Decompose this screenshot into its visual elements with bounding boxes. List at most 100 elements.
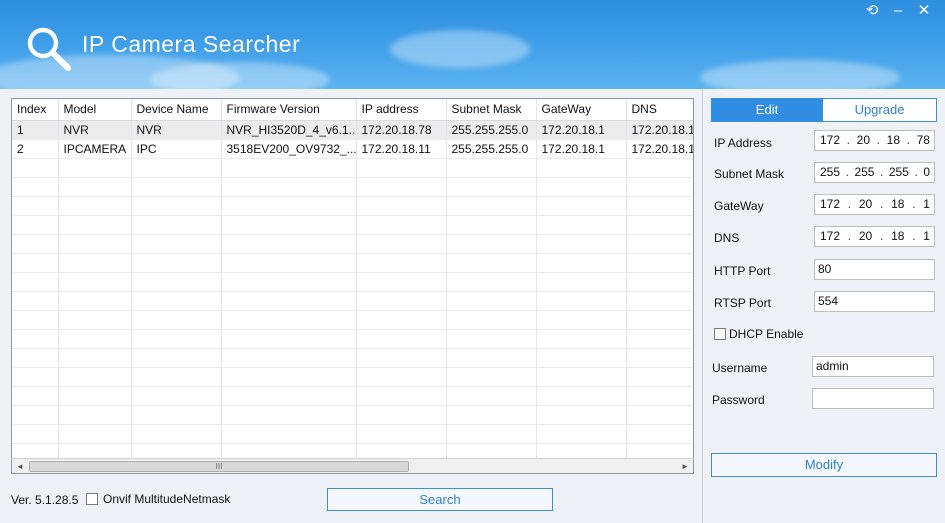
empty-cell — [626, 367, 693, 387]
close-icon[interactable]: ✕ — [913, 2, 935, 20]
octet: 78 — [916, 133, 930, 147]
empty-cell — [626, 386, 693, 406]
column-header[interactable]: IP address — [356, 99, 447, 121]
empty-cell — [131, 405, 222, 425]
onvif-checkbox[interactable] — [86, 493, 98, 505]
table-cell: NVR_HI3520D_4_v6.1.... — [221, 120, 357, 140]
empty-cell — [58, 272, 132, 292]
panel-divider — [702, 89, 703, 523]
empty-cell — [131, 386, 222, 406]
empty-cell — [221, 215, 357, 235]
onvif-option[interactable]: Onvif MultitudeNetmask — [86, 492, 230, 506]
octet: 1 — [923, 197, 930, 211]
empty-cell — [536, 405, 627, 425]
empty-cell — [58, 386, 132, 406]
empty-cell — [356, 348, 447, 368]
http-port-input[interactable]: 80 — [814, 259, 935, 280]
empty-cell — [446, 348, 537, 368]
dhcp-option[interactable]: DHCP Enable — [714, 327, 803, 341]
empty-cell — [131, 367, 222, 387]
empty-cell — [12, 158, 59, 178]
empty-row — [12, 196, 693, 216]
dns-input[interactable]: 172. 20. 18. 1 — [814, 226, 935, 247]
minimize-icon[interactable]: – — [887, 2, 909, 20]
username-input[interactable]: admin — [812, 356, 934, 377]
empty-cell — [536, 386, 627, 406]
scroll-left-icon[interactable]: ◄ — [13, 461, 27, 473]
magnifier-logo-icon — [27, 27, 71, 71]
octet: 20 — [858, 197, 873, 211]
search-button[interactable]: Search — [327, 488, 553, 511]
table-row[interactable]: 1 NVR NVR NVR_HI3520D_4_v6.1.... 172.20.… — [12, 120, 693, 140]
table-row[interactable]: 2 IPCAMERA IPC 3518EV200_OV9732_... 172.… — [12, 139, 693, 159]
empty-cell — [12, 253, 59, 273]
table-cell: 172.20.18.1 — [626, 139, 693, 159]
empty-cell — [536, 424, 627, 444]
table-cell: IPC — [131, 139, 222, 159]
tab-edit[interactable]: Edit — [711, 98, 823, 122]
empty-cell — [446, 177, 537, 197]
http-port-label: HTTP Port — [714, 264, 771, 278]
octet: 18 — [891, 197, 905, 211]
empty-cell — [58, 196, 132, 216]
column-header[interactable]: Subnet Mask — [446, 99, 537, 121]
octet: 0 — [923, 165, 930, 179]
empty-cell — [626, 310, 693, 330]
octet: 255 — [854, 165, 875, 179]
column-header[interactable]: GateWay — [536, 99, 627, 121]
empty-cell — [626, 196, 693, 216]
empty-cell — [221, 367, 357, 387]
column-header[interactable]: Firmware Version — [221, 99, 357, 121]
column-header[interactable]: Device Name — [131, 99, 222, 121]
empty-cell — [536, 291, 627, 311]
column-header[interactable]: Index — [12, 99, 59, 121]
table-cell: 172.20.18.1 — [536, 120, 627, 140]
empty-cell — [356, 272, 447, 292]
empty-cell — [131, 234, 222, 254]
empty-cell — [58, 329, 132, 349]
octet: 18 — [886, 133, 900, 147]
empty-cell — [356, 196, 447, 216]
empty-row — [12, 158, 693, 178]
empty-cell — [536, 215, 627, 235]
octet: 18 — [891, 229, 905, 243]
tab-upgrade[interactable]: Upgrade — [822, 98, 937, 122]
empty-row — [12, 272, 693, 292]
dns-label: DNS — [714, 231, 740, 245]
scroll-right-icon[interactable]: ► — [678, 461, 692, 473]
empty-cell — [446, 158, 537, 178]
empty-cell — [356, 253, 447, 273]
empty-cell — [221, 234, 357, 254]
empty-cell — [446, 196, 537, 216]
rtsp-port-input[interactable]: 554 — [814, 291, 935, 312]
modify-button[interactable]: Modify — [711, 453, 937, 477]
empty-cell — [626, 234, 693, 254]
empty-row — [12, 291, 693, 311]
empty-row — [12, 405, 693, 425]
empty-cell — [626, 272, 693, 292]
empty-cell — [356, 405, 447, 425]
horizontal-scrollbar[interactable]: ◄ III ► — [11, 458, 694, 474]
empty-cell — [58, 215, 132, 235]
restore-icon[interactable]: ⟲ — [861, 2, 883, 20]
empty-cell — [446, 329, 537, 349]
table-cell: 2 — [12, 139, 59, 159]
scrollbar-thumb[interactable]: III — [29, 461, 409, 472]
empty-cell — [221, 424, 357, 444]
empty-cell — [356, 177, 447, 197]
column-header[interactable]: DNS — [626, 99, 693, 121]
empty-cell — [536, 177, 627, 197]
ip-address-input[interactable]: 172. 20. 18. 78 — [814, 130, 935, 151]
empty-cell — [356, 291, 447, 311]
device-table[interactable]: Index Model Device Name Firmware Version… — [11, 98, 694, 465]
gateway-input[interactable]: 172. 20. 18. 1 — [814, 194, 935, 215]
dhcp-checkbox[interactable] — [714, 328, 726, 340]
subnet-mask-input[interactable]: 255. 255. 255. 0 — [814, 162, 935, 183]
column-header[interactable]: Model — [58, 99, 132, 121]
empty-cell — [131, 215, 222, 235]
password-input[interactable] — [812, 388, 934, 409]
empty-cell — [536, 367, 627, 387]
empty-cell — [221, 291, 357, 311]
empty-cell — [221, 329, 357, 349]
username-label: Username — [712, 361, 768, 375]
